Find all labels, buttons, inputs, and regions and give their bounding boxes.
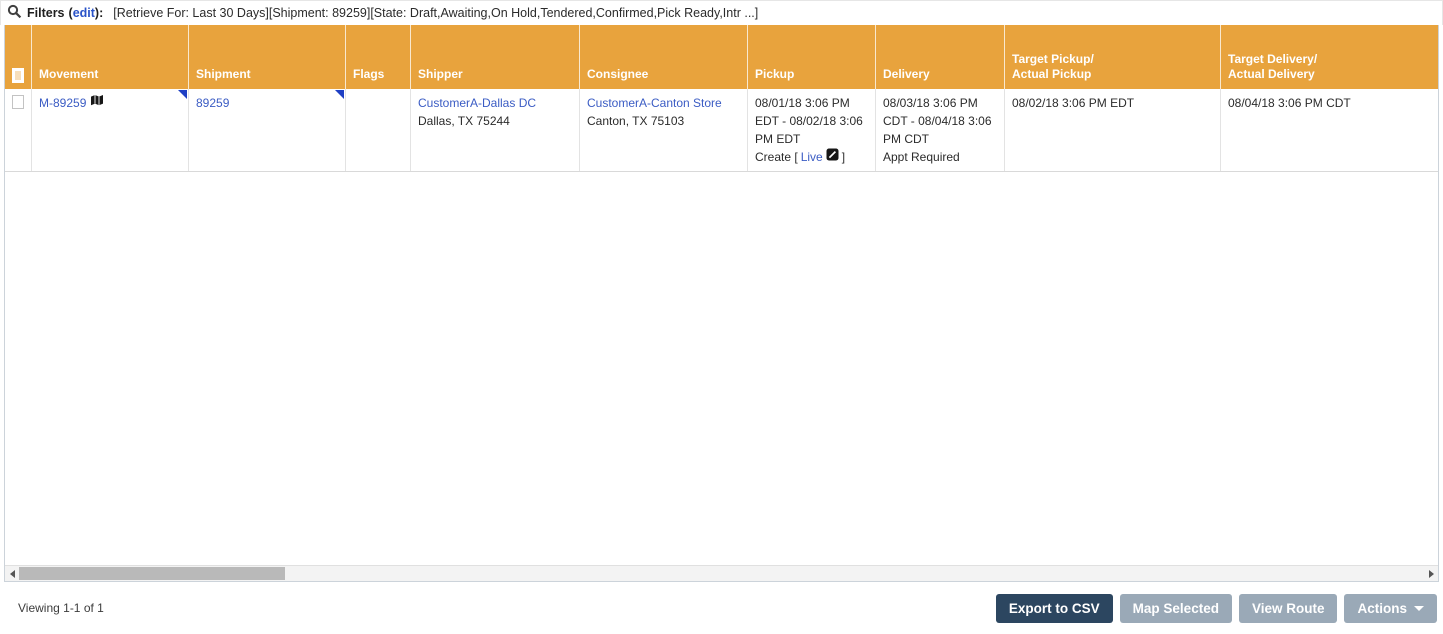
caret-down-icon — [1414, 605, 1424, 611]
filter-summary: [Retrieve For: Last 30 Days][Shipment: 8… — [113, 6, 759, 20]
actions-label: Actions — [1357, 600, 1407, 616]
note-corner-icon — [178, 90, 187, 99]
target-pickup-value: 08/02/18 3:06 PM EDT — [1012, 96, 1135, 110]
footer-actions: Export to CSV Map Selected View Route Ac… — [995, 593, 1437, 623]
pickup-cell: 08/01/18 3:06 PM EDT - 08/02/18 3:06 PM … — [747, 89, 875, 171]
shipment-link[interactable]: 89259 — [196, 96, 229, 110]
col-header-consignee[interactable]: Consignee — [579, 25, 747, 89]
horizontal-scrollbar[interactable] — [5, 565, 1438, 581]
col-header-target-pickup[interactable]: Target Pickup/ Actual Pickup — [1004, 25, 1220, 89]
export-to-csv-label: Export to CSV — [1008, 600, 1100, 616]
scrollbar-thumb[interactable] — [19, 567, 285, 580]
consignee-cell: CustomerA-Canton Store Canton, TX 75103 — [579, 89, 747, 171]
map-selected-label: Map Selected — [1132, 600, 1219, 616]
movement-cell: M-89259 — [31, 89, 188, 171]
col-header-movement[interactable]: Movement — [31, 25, 188, 89]
col-header-target-pickup-line1: Target Pickup/ — [1012, 51, 1094, 66]
col-header-pickup-label: Pickup — [755, 67, 795, 82]
filters-label: Filters — [27, 6, 65, 20]
target-pickup-cell: 08/02/18 3:06 PM EDT — [1004, 89, 1220, 171]
movement-link[interactable]: M-89259 — [39, 94, 86, 112]
viewing-status: Viewing 1-1 of 1 — [18, 601, 104, 615]
shipment-cell: 89259 — [188, 89, 345, 171]
col-header-target-delivery-line1: Target Delivery/ — [1228, 51, 1318, 66]
delivery-window: 08/03/18 3:06 PM CDT - 08/04/18 3:06 PM … — [883, 96, 992, 146]
col-header-target-delivery-line2: Actual Delivery — [1228, 67, 1315, 82]
col-header-flags-label: Flags — [353, 67, 385, 82]
map-icon[interactable] — [90, 94, 104, 112]
target-delivery-value: 08/04/18 3:06 PM CDT — [1228, 96, 1351, 110]
col-header-shipper[interactable]: Shipper — [410, 25, 579, 89]
pickup-create-suffix: ] — [841, 150, 846, 164]
col-header-delivery[interactable]: Delivery — [875, 25, 1004, 89]
consignee-address: Canton, TX 75103 — [587, 114, 685, 128]
col-header-movement-label: Movement — [39, 67, 99, 82]
export-to-csv-button[interactable]: Export to CSV — [995, 593, 1113, 623]
delivery-note: Appt Required — [883, 150, 960, 164]
flags-cell — [345, 89, 410, 171]
shipper-link[interactable]: CustomerA-Dallas DC — [418, 96, 536, 110]
view-route-label: View Route — [1251, 600, 1325, 616]
view-route-button[interactable]: View Route — [1238, 593, 1338, 623]
col-header-target-delivery[interactable]: Target Delivery/ Actual Delivery — [1220, 25, 1438, 89]
actions-button[interactable]: Actions — [1344, 593, 1437, 623]
table-row: M-89259 89259 CustomerA-Dallas DC Dallas… — [5, 89, 1438, 172]
filters-edit-link[interactable]: edit — [73, 6, 95, 20]
pickup-create-prefix: Create [ — [755, 150, 798, 164]
pickup-window: 08/01/18 3:06 PM EDT - 08/02/18 3:06 PM … — [755, 96, 863, 146]
col-header-shipper-label: Shipper — [418, 67, 463, 82]
footer-bar: Viewing 1-1 of 1 Export to CSV Map Selec… — [0, 582, 1443, 634]
filters-paren-close: ): — [94, 6, 104, 20]
arrow-left-icon[interactable] — [5, 566, 19, 581]
col-header-target-pickup-line2: Actual Pickup — [1012, 67, 1092, 82]
shipments-table: Movement Shipment Flags Shipper Consigne… — [4, 25, 1439, 582]
col-header-delivery-label: Delivery — [883, 67, 930, 82]
target-delivery-cell: 08/04/18 3:06 PM CDT — [1220, 89, 1438, 171]
filter-bar: Filters ( edit ): [Retrieve For: Last 30… — [0, 0, 1443, 25]
pickup-live-link[interactable]: Live — [801, 148, 823, 166]
table-empty-area — [5, 172, 1438, 565]
col-header-consignee-label: Consignee — [587, 67, 649, 82]
note-corner-icon — [335, 90, 344, 99]
shipper-address: Dallas, TX 75244 — [418, 114, 510, 128]
col-header-shipment-label: Shipment — [196, 67, 251, 82]
row-checkbox-cell — [5, 89, 31, 171]
map-selected-button[interactable]: Map Selected — [1119, 593, 1232, 623]
edit-square-icon[interactable] — [826, 148, 839, 166]
col-header-pickup[interactable]: Pickup — [747, 25, 875, 89]
table-header-row: Movement Shipment Flags Shipper Consigne… — [5, 25, 1438, 89]
delivery-cell: 08/03/18 3:06 PM CDT - 08/04/18 3:06 PM … — [875, 89, 1004, 171]
select-all-checkbox[interactable] — [12, 68, 24, 83]
row-checkbox[interactable] — [12, 95, 24, 109]
col-header-flags[interactable]: Flags — [345, 25, 410, 89]
consignee-link[interactable]: CustomerA-Canton Store — [587, 96, 722, 110]
col-header-shipment[interactable]: Shipment — [188, 25, 345, 89]
search-icon — [7, 4, 22, 22]
select-all-cell — [5, 25, 31, 89]
arrow-right-icon[interactable] — [1424, 566, 1438, 581]
shipper-cell: CustomerA-Dallas DC Dallas, TX 75244 — [410, 89, 579, 171]
